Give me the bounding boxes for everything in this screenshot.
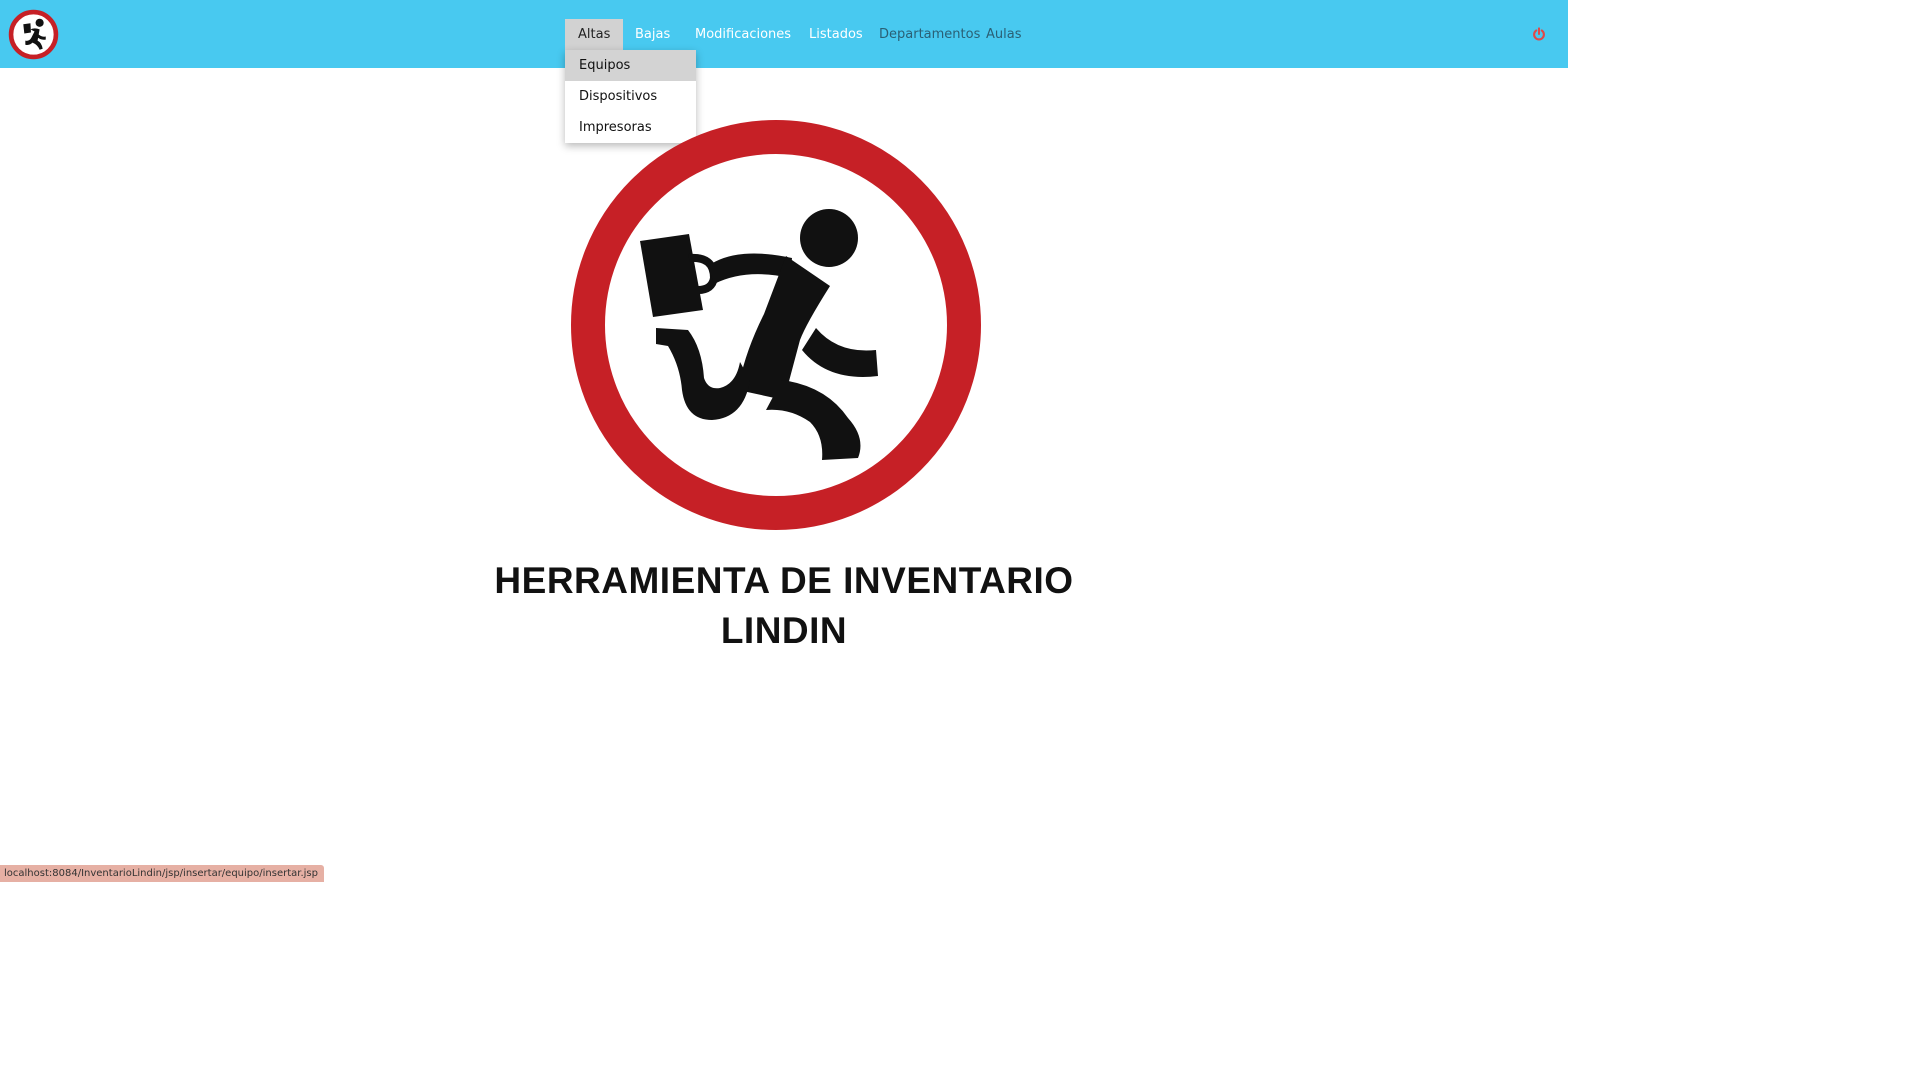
status-bar-url: localhost:8084/InventarioLindin/jsp/inse… — [0, 865, 324, 882]
nav-item-modificaciones[interactable]: Modificaciones — [695, 19, 791, 50]
nav-item-aulas[interactable]: Aulas — [986, 19, 1021, 50]
power-icon[interactable] — [1532, 27, 1546, 41]
nav-item-bajas[interactable]: Bajas — [635, 19, 670, 50]
dropdown-item-equipos[interactable]: Equipos — [565, 50, 696, 81]
dropdown-item-dispositivos[interactable]: Dispositivos — [565, 81, 696, 112]
top-navbar: Altas Bajas Modificaciones Listados Depa… — [0, 0, 1568, 68]
hero-running-man-logo — [571, 120, 981, 530]
nav-item-altas[interactable]: Altas — [565, 19, 624, 50]
hero-title-line2: LINDIN — [720, 610, 848, 651]
nav-item-listados[interactable]: Listados — [809, 19, 863, 50]
nav-item-departamentos[interactable]: Departamentos — [879, 19, 980, 50]
hero-title-line1: HERRAMIENTA DE INVENTARIO — [494, 560, 1074, 601]
hero-title: HERRAMIENTA DE INVENTARIO LINDIN — [384, 556, 1184, 656]
brand-logo-icon[interactable] — [8, 9, 59, 60]
